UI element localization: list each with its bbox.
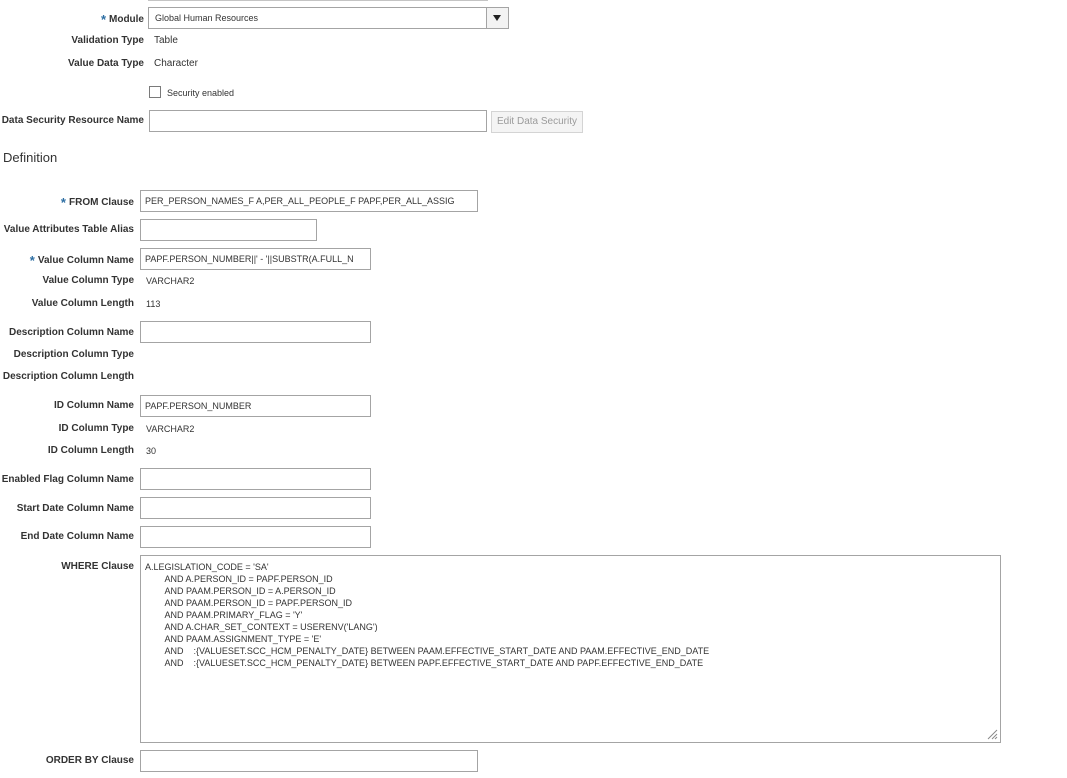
where-clause-label: WHERE Clause [61, 561, 134, 572]
where-line: AND :{VALUESET.SCC_HCM_PENALTY_DATE} BET… [145, 658, 704, 668]
start-date-label: Start Date Column Name [16, 503, 134, 514]
required-star-icon: * [100, 12, 106, 27]
value-attr-alias-label: Value Attributes Table Alias [3, 224, 134, 235]
order-by-input[interactable] [140, 750, 478, 772]
id-column-type-label: ID Column Type [58, 423, 134, 434]
security-enabled-checkbox[interactable] [149, 86, 161, 98]
id-column-name-input[interactable]: PAPF.PERSON_NUMBER [140, 395, 371, 417]
where-line: AND PAAM.PERSON_ID = A.PERSON_ID [145, 586, 336, 596]
required-star-icon: * [29, 253, 35, 268]
from-clause-label: * FROM Clause [60, 195, 134, 210]
where-line: AND :{VALUESET.SCC_HCM_PENALTY_DATE} BET… [145, 646, 710, 656]
description-column-name-label: Description Column Name [8, 327, 134, 338]
module-label: * Module [100, 12, 144, 27]
where-line: A.LEGISLATION_CODE = 'SA' [145, 562, 269, 572]
where-line: AND A.CHAR_SET_CONTEXT = USERENV('LANG') [145, 622, 378, 632]
enabled-flag-input[interactable] [140, 468, 371, 490]
where-line: AND PAAM.PERSON_ID = PAPF.PERSON_ID [145, 598, 352, 608]
value-column-type-label: Value Column Type [42, 275, 135, 286]
id-column-length-label: ID Column Length [47, 445, 134, 456]
where-line: AND A.PERSON_ID = PAPF.PERSON_ID [145, 574, 333, 584]
id-column-type-value: VARCHAR2 [146, 424, 195, 434]
description-column-name-input[interactable] [140, 321, 371, 343]
data-security-resource-label: Data Security Resource Name [1, 115, 144, 126]
value-data-type-value: Character [154, 58, 198, 69]
value-column-length-label: Value Column Length [31, 298, 134, 309]
value-column-name-label: * Value Column Name [29, 253, 134, 268]
enabled-flag-label: Enabled Flag Column Name [1, 474, 134, 485]
module-select[interactable]: Global Human Resources [148, 7, 509, 29]
from-clause-input[interactable]: PER_PERSON_NAMES_F A,PER_ALL_PEOPLE_F PA… [140, 190, 478, 212]
order-by-label: ORDER BY Clause [45, 755, 134, 766]
edit-data-security-button[interactable]: Edit Data Security [491, 111, 583, 133]
start-date-input[interactable] [140, 497, 371, 519]
security-enabled-label: Security enabled [167, 88, 235, 98]
end-date-label: End Date Column Name [20, 531, 134, 542]
value-column-name-input[interactable]: PAPF.PERSON_NUMBER||' - '||SUBSTR(A.FULL… [140, 248, 371, 270]
chevron-down-icon [493, 15, 501, 21]
data-security-resource-input[interactable] [149, 110, 487, 132]
description-column-length-label: Description Column Length [2, 371, 134, 382]
end-date-input[interactable] [140, 526, 371, 548]
value-data-type-label: Value Data Type [68, 58, 144, 69]
module-select-value: Global Human Resources [155, 13, 259, 23]
value-attr-alias-input[interactable] [140, 219, 317, 241]
where-line: AND PAAM.ASSIGNMENT_TYPE = 'E' [145, 634, 322, 644]
id-column-length-value: 30 [146, 446, 157, 456]
resize-grip-icon[interactable] [986, 728, 998, 740]
module-dropdown-button[interactable] [486, 8, 508, 28]
previous-field-border [148, 0, 488, 1]
validation-type-value: Table [154, 35, 178, 46]
id-column-name-label: ID Column Name [53, 400, 134, 411]
required-star-icon: * [60, 195, 66, 210]
definition-heading: Definition [3, 150, 58, 165]
value-column-type-value: VARCHAR2 [146, 276, 195, 286]
validation-type-label: Validation Type [71, 35, 144, 46]
value-column-length-value: 113 [146, 299, 161, 309]
where-line: AND PAAM.PRIMARY_FLAG = 'Y' [145, 610, 303, 620]
description-column-type-label: Description Column Type [13, 349, 134, 360]
where-clause-textarea[interactable]: A.LEGISLATION_CODE = 'SA' AND A.PERSON_I… [140, 555, 1001, 743]
